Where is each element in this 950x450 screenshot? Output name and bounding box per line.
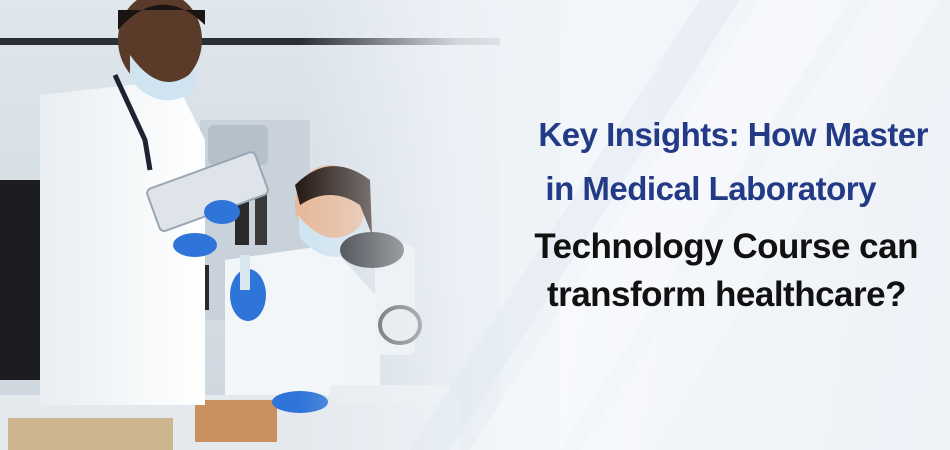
- test-tube: [240, 255, 250, 290]
- headline-line-1: Key Insights: How Master: [538, 116, 928, 153]
- headline-line-4: transform healthcare?: [546, 275, 907, 314]
- glove: [204, 200, 240, 224]
- hero-banner: Key Insights: How Master in Medical Labo…: [0, 0, 950, 450]
- headline-line-3: Technology Course can: [534, 227, 918, 266]
- glove: [173, 233, 217, 257]
- headline: Key Insights: How Master in Medical Labo…: [408, 112, 928, 318]
- headline-line-2: in Medical Laboratory: [545, 170, 876, 207]
- wooden-tray: [8, 418, 173, 450]
- wooden-box: [195, 400, 277, 442]
